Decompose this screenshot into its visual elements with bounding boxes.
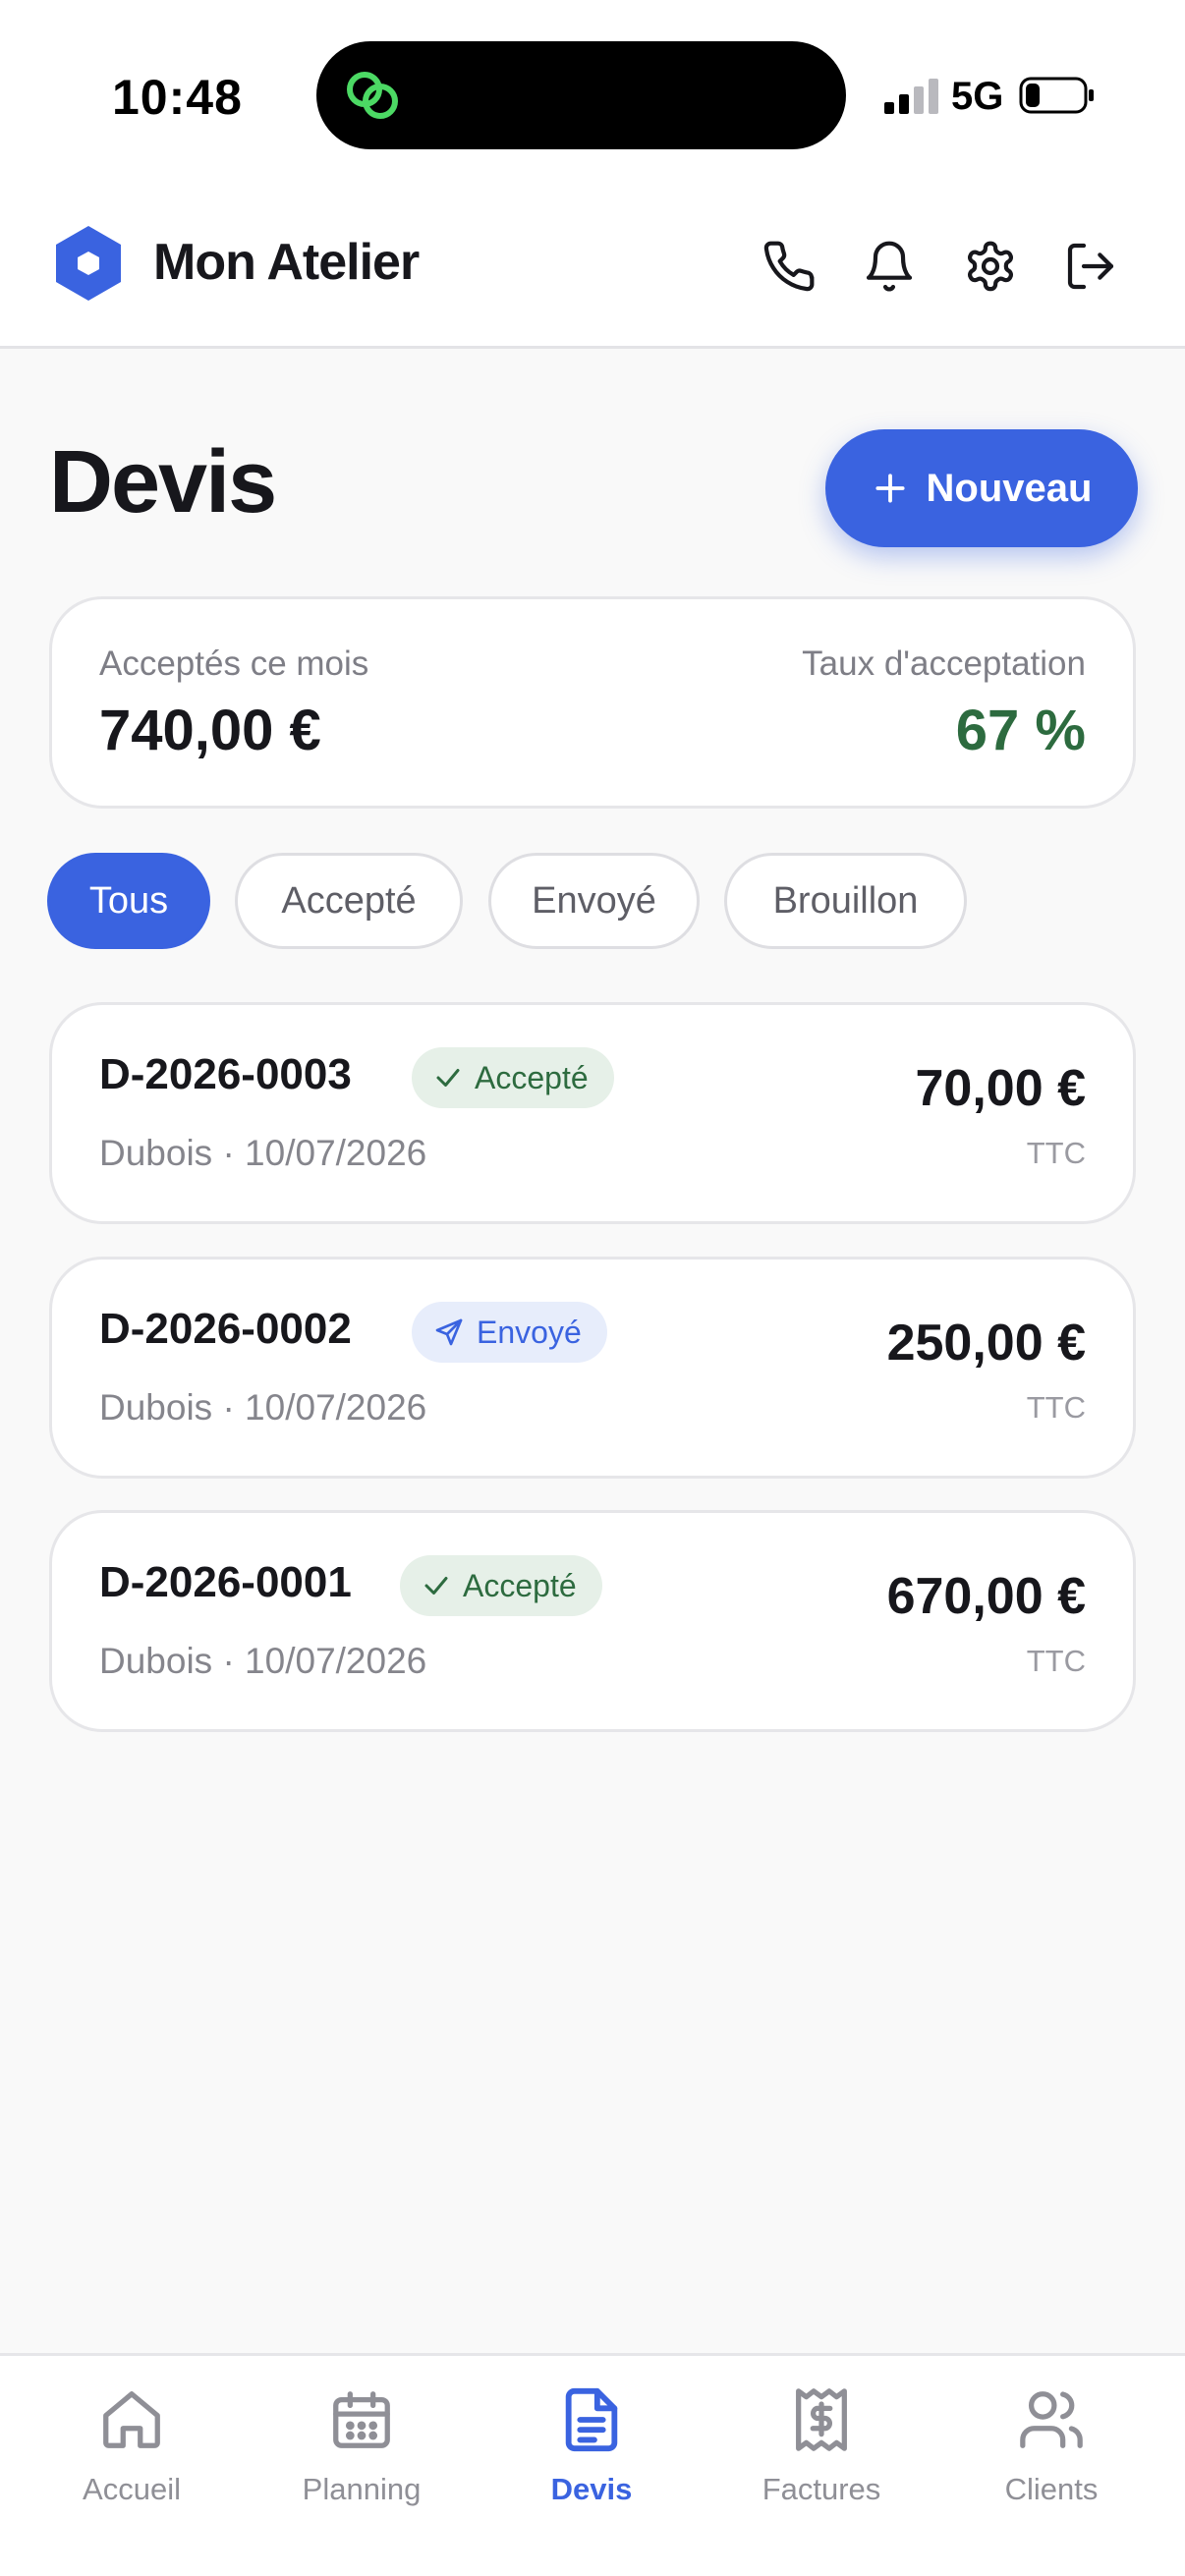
- new-quote-button[interactable]: Nouveau: [825, 429, 1138, 547]
- quote-number: D-2026-0001: [99, 1558, 352, 1606]
- quote-tax-label: TTC: [1026, 1644, 1086, 1678]
- nav-label: Accueil: [83, 2472, 181, 2506]
- nav-label: Factures: [762, 2472, 881, 2506]
- phone-icon[interactable]: [762, 239, 817, 294]
- quote-tax-label: TTC: [1026, 1390, 1086, 1425]
- bell-icon[interactable]: [862, 239, 917, 294]
- nav-item-clients[interactable]: Clients: [953, 2385, 1150, 2543]
- plus-icon: [875, 474, 905, 503]
- signal-icon: [884, 79, 938, 114]
- quote-number: D-2026-0002: [99, 1305, 352, 1353]
- nav-label: Devis: [550, 2472, 633, 2506]
- status-badge: Accepté: [412, 1047, 614, 1108]
- filter-chip-sent[interactable]: Envoyé: [488, 853, 700, 949]
- quote-card[interactable]: D-2026-0002 Envoyé Dubois · 10/07/2026 2…: [49, 1257, 1136, 1479]
- hexagon-logo-icon: [56, 226, 121, 301]
- calendar-icon: [333, 2391, 390, 2448]
- quote-card[interactable]: D-2026-0003 Accepté Dubois · 10/07/2026 …: [49, 1002, 1136, 1224]
- logout-icon[interactable]: [1063, 239, 1118, 294]
- filter-chip-accepted[interactable]: Accepté: [235, 853, 463, 949]
- new-quote-label: Nouveau: [926, 466, 1093, 510]
- network-label: 5G: [951, 75, 1004, 118]
- app-title: Mon Atelier: [153, 234, 420, 291]
- receipt-icon: [796, 2388, 847, 2451]
- accepted-month-label: Acceptés ce mois: [99, 644, 369, 683]
- summary-card: Acceptés ce mois 740,00 € Taux d'accepta…: [49, 596, 1136, 809]
- check-icon: [424, 1577, 448, 1595]
- accepted-month-value: 740,00 €: [99, 699, 321, 762]
- battery-icon: [1019, 77, 1094, 114]
- acceptance-rate-label: Taux d'acceptation: [802, 644, 1086, 683]
- users-icon: [1020, 2391, 1083, 2448]
- acceptance-rate-value: 67 %: [955, 699, 1086, 762]
- dynamic-island: [316, 41, 846, 149]
- status-label: Envoyé: [477, 1314, 582, 1350]
- bottom-nav: Accueil Planning Devis Factures Clients: [0, 2353, 1185, 2576]
- quote-meta: Dubois · 10/07/2026: [99, 1133, 427, 1173]
- nav-item-devis[interactable]: Devis: [493, 2385, 690, 2543]
- status-bar: 10:48 5G: [0, 0, 1185, 192]
- quote-meta: Dubois · 10/07/2026: [99, 1641, 427, 1681]
- status-label: Accepté: [475, 1059, 589, 1095]
- nav-item-accueil[interactable]: Accueil: [33, 2385, 230, 2543]
- nav-item-planning[interactable]: Planning: [263, 2385, 460, 2543]
- status-badge: Accepté: [400, 1555, 602, 1616]
- link-icon: [347, 72, 398, 119]
- home-icon: [103, 2391, 160, 2448]
- send-icon: [435, 1318, 463, 1346]
- quote-amount: 70,00 €: [915, 1060, 1087, 1117]
- status-label: Accepté: [463, 1567, 577, 1603]
- nav-item-factures[interactable]: Factures: [723, 2385, 920, 2543]
- quote-meta: Dubois · 10/07/2026: [99, 1387, 427, 1428]
- filter-chip-draft[interactable]: Brouillon: [724, 853, 967, 949]
- nav-label: Planning: [302, 2472, 422, 2506]
- quote-amount: 670,00 €: [886, 1568, 1086, 1625]
- gear-icon[interactable]: [963, 239, 1018, 294]
- nav-label: Clients: [1004, 2472, 1099, 2506]
- filter-chip-all[interactable]: Tous: [47, 853, 210, 949]
- quote-tax-label: TTC: [1026, 1136, 1086, 1170]
- quote-card[interactable]: D-2026-0001 Accepté Dubois · 10/07/2026 …: [49, 1510, 1136, 1732]
- check-icon: [436, 1069, 460, 1087]
- page-title: Devis: [49, 433, 277, 532]
- quote-amount: 250,00 €: [886, 1315, 1086, 1372]
- quote-number: D-2026-0003: [99, 1050, 352, 1098]
- status-badge: Envoyé: [412, 1302, 607, 1363]
- status-time: 10:48: [112, 70, 243, 125]
- app-header: Mon Atelier: [0, 192, 1185, 349]
- document-icon: [565, 2387, 618, 2452]
